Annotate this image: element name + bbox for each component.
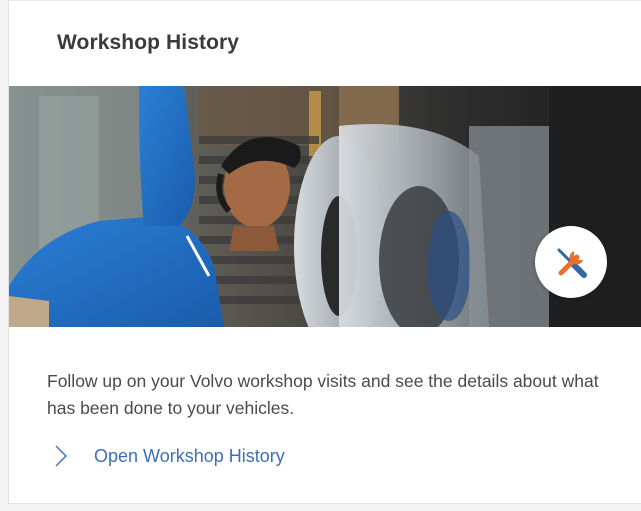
card-description: Follow up on your Volvo workshop visits …: [47, 371, 599, 418]
open-workshop-history-label: Open Workshop History: [94, 445, 285, 466]
hero-image: [9, 86, 641, 327]
chevron-right-icon: [55, 445, 67, 467]
workshop-badge: [535, 226, 607, 298]
mechanic-photo: [9, 86, 641, 327]
open-workshop-history-link[interactable]: Open Workshop History: [53, 444, 285, 468]
workshop-history-card: Workshop History Follow up on your Volvo…: [8, 0, 641, 504]
card-title: Workshop History: [57, 31, 240, 54]
wrench-screwdriver-icon: [557, 248, 587, 278]
